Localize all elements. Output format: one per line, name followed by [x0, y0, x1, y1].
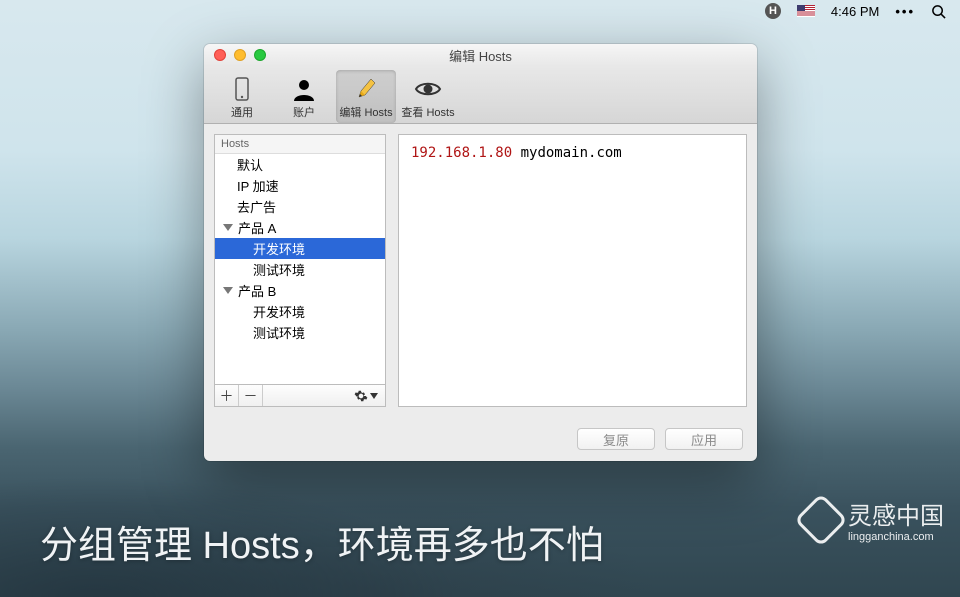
tree-item-label: 测试环境 [253, 260, 305, 279]
tree-item-label: 产品 A [238, 218, 276, 237]
remove-button[interactable]: － [239, 385, 263, 406]
menubar: H 4:46 PM ••• [751, 0, 960, 22]
sidebar-footer: ＋ － [215, 384, 385, 406]
tab-label: 编辑 Hosts [339, 104, 392, 120]
account-icon [292, 76, 316, 102]
preferences-window: 编辑 Hosts 通用 账户 编辑 Hosts 查看 Hosts [204, 44, 757, 461]
hosts-sidebar: Hosts 默认IP 加速去广告产品 A开发环境测试环境产品 B开发环境测试环境… [214, 134, 386, 407]
general-icon [232, 76, 252, 102]
watermark: 灵感中国 lingganchina.com [802, 496, 944, 543]
disclosure-triangle-icon[interactable] [223, 287, 233, 294]
watermark-cn: 灵感中国 [848, 503, 944, 530]
add-button[interactable]: ＋ [215, 385, 239, 406]
tree-item[interactable]: 测试环境 [215, 259, 385, 280]
revert-button[interactable]: 复原 [577, 428, 655, 450]
tree-item-label: 默认 [237, 155, 263, 174]
tab-account[interactable]: 账户 [274, 70, 334, 123]
caption: 分组管理 Hosts，环境再多也不怕 [40, 514, 604, 569]
disclosure-triangle-icon[interactable] [223, 224, 233, 231]
tab-edit-hosts[interactable]: 编辑 Hosts [336, 70, 396, 123]
tree-item[interactable]: 开发环境 [215, 301, 385, 322]
gear-icon [354, 389, 368, 403]
tree-item[interactable]: 测试环境 [215, 322, 385, 343]
app-status-icon[interactable]: H [765, 3, 781, 19]
tree-group[interactable]: 产品 B [215, 280, 385, 301]
tab-label: 账户 [293, 104, 315, 120]
minimize-button[interactable] [234, 49, 246, 61]
watermark-logo-icon [794, 493, 848, 547]
apply-button[interactable]: 应用 [665, 428, 743, 450]
clock: 4:46 PM [831, 4, 879, 19]
tab-label: 通用 [231, 104, 253, 120]
toolbar: 通用 账户 编辑 Hosts 查看 Hosts [204, 66, 757, 124]
tree-item[interactable]: 默认 [215, 154, 385, 175]
actions-menu[interactable] [347, 389, 385, 403]
zoom-button[interactable] [254, 49, 266, 61]
ip-token: 192.168.1.80 [411, 145, 512, 161]
window-title: 编辑 Hosts [204, 46, 757, 65]
tree-item[interactable]: 去广告 [215, 196, 385, 217]
titlebar: 编辑 Hosts [204, 44, 757, 66]
tree-item-label: 测试环境 [253, 323, 305, 342]
overflow-icon[interactable]: ••• [895, 4, 915, 19]
tree-item-label: 开发环境 [253, 302, 305, 321]
tree-item[interactable]: 开发环境 [215, 238, 385, 259]
hosts-tree[interactable]: 默认IP 加速去广告产品 A开发环境测试环境产品 B开发环境测试环境 [215, 154, 385, 384]
tab-view-hosts[interactable]: 查看 Hosts [398, 70, 458, 123]
watermark-en: lingganchina.com [848, 531, 944, 543]
tab-label: 查看 Hosts [401, 104, 454, 120]
tree-item-label: 开发环境 [253, 239, 305, 258]
tree-item[interactable]: IP 加速 [215, 175, 385, 196]
window-footer: 复原 应用 [204, 417, 757, 461]
tree-item-label: IP 加速 [237, 176, 279, 195]
pencil-icon [355, 76, 377, 102]
eye-icon [414, 76, 442, 102]
tree-item-label: 产品 B [238, 281, 276, 300]
tab-general[interactable]: 通用 [212, 70, 272, 123]
sidebar-header: Hosts [215, 135, 385, 154]
tree-group[interactable]: 产品 A [215, 217, 385, 238]
tree-item-label: 去广告 [237, 197, 276, 216]
spotlight-icon[interactable] [931, 4, 946, 19]
host-token: mydomain.com [521, 145, 622, 161]
close-button[interactable] [214, 49, 226, 61]
chevron-down-icon [370, 393, 378, 399]
input-source-flag-icon[interactable] [797, 5, 815, 17]
hosts-editor[interactable]: 192.168.1.80 mydomain.com [398, 134, 747, 407]
